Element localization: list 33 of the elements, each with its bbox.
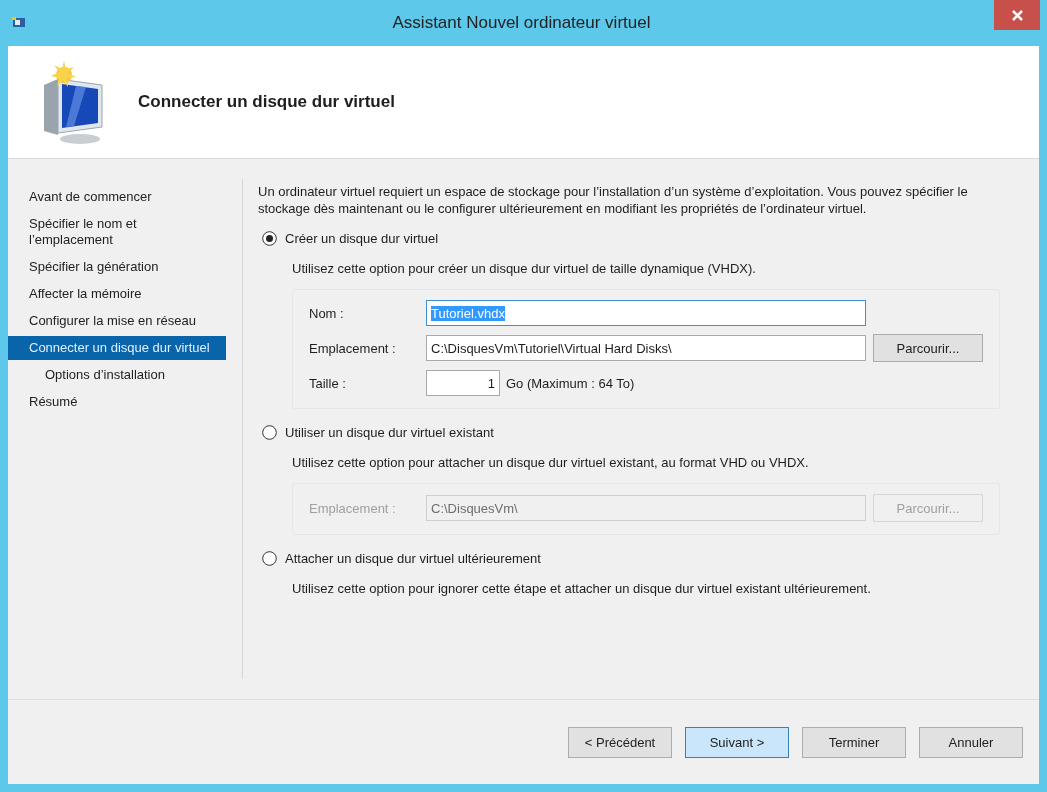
wizard-step[interactable]: Options d’installation — [8, 363, 242, 387]
location-field[interactable]: C:\DisquesVm\Tutoriel\Virtual Hard Disks\ — [426, 335, 866, 361]
window-title: Assistant Nouvel ordinateur virtuel — [391, 13, 652, 33]
page-title: Connecter un disque dur virtuel — [138, 92, 395, 112]
field-label: Nom : — [309, 305, 345, 321]
option-description: Utilisez cette option pour ignorer cette étape et attacher un disque dur virtuel existant ultérieurement. — [292, 580, 872, 597]
wizard-button[interactable]: Terminer — [802, 726, 906, 758]
option-description: Utilisez cette option pour attacher un disque dur virtuel existant, au format VHD ou VHDX. — [292, 454, 810, 471]
wizard-button[interactable]: < Précédent — [568, 726, 672, 758]
field-label: Emplacement : — [309, 340, 397, 356]
field-label: Emplacement : — [309, 500, 397, 516]
size-unit: Go (Maximum : 64 To) — [506, 375, 635, 391]
wizard-step[interactable]: Résumé — [8, 390, 226, 414]
radio-button[interactable] — [262, 551, 277, 566]
wizard-button[interactable]: Annuler — [919, 726, 1023, 758]
app-icon — [12, 17, 26, 29]
wizard-step[interactable]: Connecter un disque dur virtuel — [8, 336, 226, 360]
wizard-step[interactable]: Spécifier la génération — [8, 255, 226, 279]
close-icon — [1011, 9, 1023, 21]
option-label[interactable]: Créer un disque dur virtuel — [285, 231, 439, 246]
intro-text: Un ordinateur virtuel requiert un espace de stockage pour l’installation d’un système d’exploitation. Vous pouvez spécifier le stockage dès maintenant ou le configurer ultérieurement en modifiant les propriétés de l’ordinateur virtuel. — [258, 183, 969, 217]
wizard-step[interactable]: Configurer la mise en réseau — [8, 309, 226, 333]
wizard-step[interactable]: Affecter la mémoire — [8, 282, 226, 306]
wizard-step[interactable]: Avant de commencer — [8, 185, 226, 209]
browse-button[interactable]: Parcourir... — [873, 334, 983, 362]
field-label: Taille : — [309, 375, 347, 391]
size-field[interactable]: 1 — [426, 370, 500, 396]
option-label[interactable]: Attacher un disque dur virtuel ultérieurement — [285, 551, 541, 566]
option-description: Utilisez cette option pour créer un disque dur virtuel de taille dynamique (VHDX). — [292, 260, 757, 277]
radio-button[interactable] — [262, 231, 277, 246]
close-button[interactable] — [994, 0, 1040, 30]
wizard-step[interactable]: Spécifier le nom et l’emplacement — [8, 212, 226, 252]
wizard-button[interactable]: Suivant > — [685, 726, 789, 758]
